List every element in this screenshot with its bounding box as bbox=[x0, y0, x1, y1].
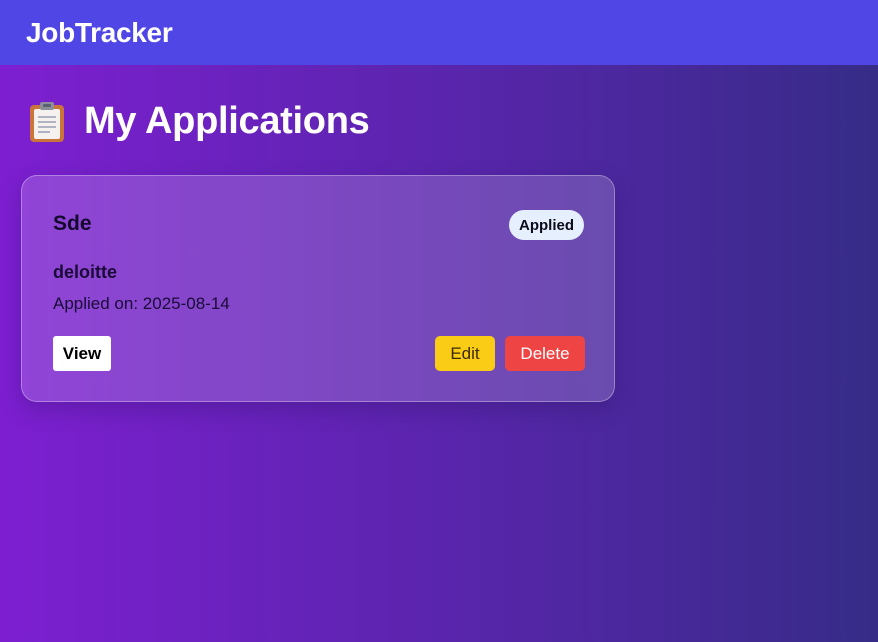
navbar: JobTracker bbox=[0, 0, 878, 65]
brand-logo[interactable]: JobTracker bbox=[26, 17, 173, 49]
page-title: My Applications bbox=[84, 100, 370, 142]
edit-button[interactable]: Edit bbox=[435, 336, 495, 371]
applied-date: Applied on: 2025-08-14 bbox=[53, 294, 230, 313]
delete-button[interactable]: Delete bbox=[505, 336, 585, 371]
job-title: Sde bbox=[53, 212, 92, 235]
status-badge: Applied bbox=[509, 210, 584, 240]
clipboard-icon bbox=[30, 101, 64, 142]
page-header: My Applications bbox=[28, 100, 370, 143]
application-card: Sde Applied deloitte Applied on: 2025-08… bbox=[21, 175, 615, 402]
company-name: deloitte bbox=[53, 262, 118, 282]
view-button[interactable]: View bbox=[53, 336, 111, 371]
